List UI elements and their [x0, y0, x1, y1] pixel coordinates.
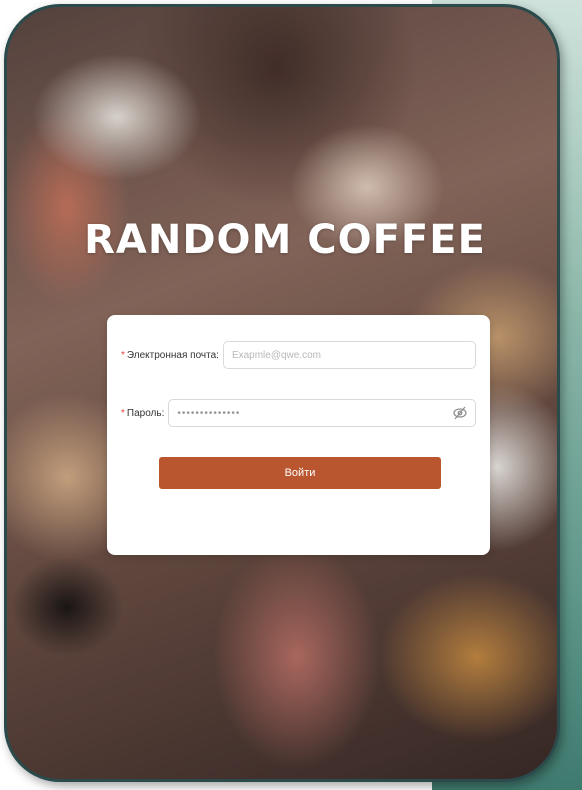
password-field: [168, 399, 476, 427]
page: RANDOM COFFEE * Электронная почта: * Пар…: [0, 0, 582, 790]
required-mark: *: [121, 349, 125, 361]
email-input[interactable]: [222, 341, 476, 369]
email-label-text: Электронная почта:: [126, 349, 219, 361]
login-form: * Электронная почта: * Пароль:: [107, 315, 490, 555]
email-row: * Электронная почта:: [121, 340, 476, 370]
email-label: * Электронная почта:: [121, 350, 219, 361]
password-row: * Пароль:: [121, 398, 476, 428]
app-frame: RANDOM COFFEE * Электронная почта: * Пар…: [4, 4, 560, 782]
login-button[interactable]: Войти: [159, 457, 441, 489]
password-input[interactable]: [168, 399, 476, 427]
password-label: * Пароль:: [121, 408, 164, 419]
eye-slash-icon[interactable]: [452, 405, 468, 421]
app-title: RANDOM COFFEE: [84, 217, 486, 263]
required-mark: *: [121, 407, 125, 419]
password-label-text: Пароль:: [126, 407, 165, 419]
